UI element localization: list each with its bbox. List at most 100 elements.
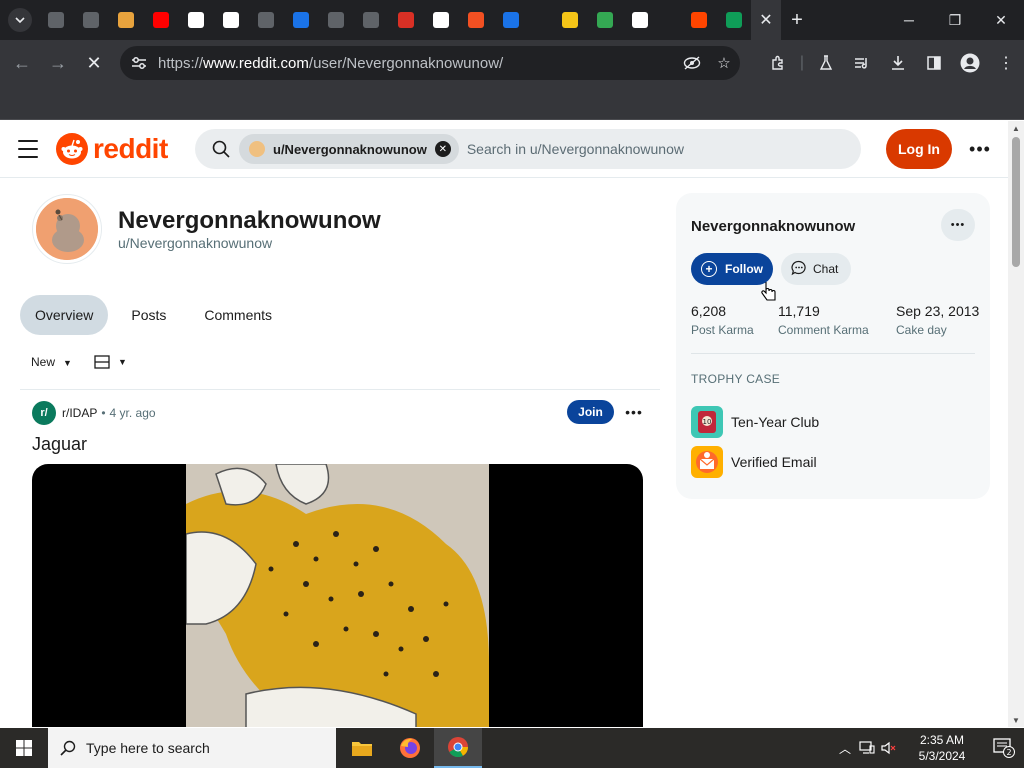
search-scope-chip[interactable]: u/Nevergonnaknowunow ✕ bbox=[239, 134, 459, 164]
tab-favicon-10 bbox=[362, 12, 379, 28]
page-scrollbar[interactable]: ▲ ▼ bbox=[1008, 121, 1024, 727]
firefox-icon[interactable] bbox=[386, 728, 434, 768]
system-clock[interactable]: 2:35 AM 5/3/2024 bbox=[900, 732, 984, 764]
close-window-button[interactable]: ✕ bbox=[978, 0, 1024, 40]
browser-tab[interactable] bbox=[716, 0, 751, 40]
windows-taskbar: Type here to search ︿ 2:35 AM 5/3/2024 2 bbox=[0, 728, 1024, 768]
browser-tab[interactable] bbox=[388, 0, 423, 40]
toolbar-actions: | ⋮ bbox=[760, 40, 1024, 86]
post-title[interactable]: Jaguar bbox=[32, 434, 87, 455]
trophy-label: Ten-Year Club bbox=[731, 414, 820, 430]
post-age: 4 yr. ago bbox=[109, 406, 156, 420]
svg-text:10: 10 bbox=[703, 418, 712, 426]
header-more-icon[interactable]: ••• bbox=[966, 137, 994, 161]
browser-tab[interactable] bbox=[458, 0, 493, 40]
tab-posts[interactable]: Posts bbox=[116, 295, 181, 335]
browser-tab[interactable] bbox=[283, 0, 318, 40]
tab-comments[interactable]: Comments bbox=[189, 295, 287, 335]
ten-year-club-icon: 10 bbox=[691, 406, 723, 438]
chip-avatar bbox=[249, 141, 265, 157]
address-bar[interactable]: https://www.reddit.com/user/Nevergonnakn… bbox=[120, 46, 740, 80]
notification-count: 2 bbox=[1006, 748, 1011, 757]
volume-muted-icon[interactable] bbox=[878, 741, 900, 755]
browser-tab[interactable] bbox=[552, 0, 587, 40]
browser-tab[interactable] bbox=[73, 0, 108, 40]
tab-favicon-2 bbox=[82, 12, 99, 28]
hamburger-menu-icon[interactable] bbox=[18, 140, 38, 158]
chat-button[interactable]: Chat bbox=[781, 253, 851, 285]
labs-flask-icon[interactable] bbox=[808, 40, 844, 86]
browser-tab[interactable] bbox=[423, 0, 458, 40]
browser-tab[interactable] bbox=[213, 0, 248, 40]
network-icon[interactable] bbox=[856, 741, 878, 755]
verified-email-icon bbox=[691, 446, 723, 478]
windows-start-icon[interactable] bbox=[0, 728, 48, 768]
site-info-icon[interactable] bbox=[124, 56, 154, 70]
view-toggle[interactable]: ▼ bbox=[94, 355, 127, 369]
tab-search-button[interactable] bbox=[8, 8, 32, 32]
notification-center-icon[interactable]: 2 bbox=[984, 728, 1024, 768]
browser-tab[interactable] bbox=[587, 0, 622, 40]
subreddit-name[interactable]: r/IDAP bbox=[62, 406, 97, 420]
tab-close-button[interactable]: ✕ bbox=[751, 0, 781, 40]
cake-day-label: Cake day bbox=[896, 323, 947, 337]
reddit-logo[interactable]: reddit bbox=[56, 133, 168, 165]
sort-dropdown[interactable]: New ▼ bbox=[31, 355, 72, 369]
taskbar-search-box[interactable]: Type here to search bbox=[48, 728, 336, 768]
web-page: reddit u/Nevergonnaknowunow ✕ Log In •••… bbox=[0, 121, 1008, 727]
sidebar-profile-name: Nevergonnaknowunow bbox=[691, 218, 856, 235]
stop-loading-button[interactable]: ✕ bbox=[76, 45, 112, 81]
trophy-verified-email[interactable]: Verified Email bbox=[691, 446, 817, 478]
search-input[interactable] bbox=[466, 141, 861, 157]
join-button[interactable]: Join bbox=[567, 400, 614, 424]
tab-favicon-11 bbox=[397, 12, 414, 28]
bookmark-star-icon[interactable]: ☆ bbox=[708, 54, 740, 72]
scroll-up-arrow-icon[interactable]: ▲ bbox=[1008, 121, 1024, 135]
taskbar-search-placeholder: Type here to search bbox=[86, 740, 210, 756]
post-more-icon[interactable]: ••• bbox=[622, 400, 646, 424]
clear-chip-icon[interactable]: ✕ bbox=[434, 141, 451, 157]
browser-tab[interactable] bbox=[681, 0, 716, 40]
eye-off-icon[interactable] bbox=[676, 56, 708, 70]
browser-tab[interactable] bbox=[248, 0, 283, 40]
sidebar-more-icon[interactable]: ••• bbox=[941, 209, 975, 241]
back-button[interactable]: ← bbox=[4, 45, 40, 81]
download-icon[interactable] bbox=[880, 40, 916, 86]
browser-tab[interactable] bbox=[493, 0, 528, 40]
wikipedia-icon bbox=[222, 12, 239, 28]
post-media[interactable] bbox=[32, 464, 643, 727]
scrollbar-thumb[interactable] bbox=[1012, 137, 1020, 267]
new-tab-button[interactable]: + bbox=[781, 0, 813, 40]
search-icon bbox=[60, 740, 76, 756]
file-explorer-icon[interactable] bbox=[338, 728, 386, 768]
browser-tab[interactable] bbox=[353, 0, 388, 40]
tab-overview[interactable]: Overview bbox=[20, 295, 109, 335]
browser-tab[interactable] bbox=[622, 0, 657, 40]
forward-button[interactable]: → bbox=[40, 45, 76, 81]
tab-favicon-17 bbox=[596, 12, 613, 28]
media-control-icon[interactable] bbox=[844, 40, 880, 86]
subreddit-icon[interactable]: r/ bbox=[32, 401, 56, 425]
extensions-icon[interactable] bbox=[760, 40, 796, 86]
browser-tab[interactable] bbox=[657, 0, 681, 40]
show-hidden-icons-chevron-icon[interactable]: ︿ bbox=[834, 740, 856, 757]
profile-avatar-icon[interactable] bbox=[952, 40, 988, 86]
browser-tab[interactable] bbox=[143, 0, 178, 40]
side-panel-icon[interactable] bbox=[916, 40, 952, 86]
restore-button[interactable]: ❐ bbox=[932, 0, 978, 40]
trophy-ten-year-club[interactable]: 10 Ten-Year Club bbox=[691, 406, 819, 438]
minimize-button[interactable]: ─ bbox=[886, 0, 932, 40]
toolbar-separator: | bbox=[799, 54, 805, 71]
browser-tab[interactable] bbox=[108, 0, 143, 40]
profile-avatar bbox=[33, 195, 101, 263]
browser-tab[interactable] bbox=[318, 0, 353, 40]
clock-time: 2:35 AM bbox=[919, 733, 965, 747]
browser-menu-icon[interactable]: ⋮ bbox=[988, 40, 1024, 86]
reddit-search-bar[interactable]: u/Nevergonnaknowunow ✕ bbox=[195, 129, 861, 169]
chrome-icon[interactable] bbox=[434, 728, 482, 768]
browser-tab[interactable] bbox=[178, 0, 213, 40]
log-in-button[interactable]: Log In bbox=[886, 129, 952, 169]
browser-tab[interactable] bbox=[38, 0, 73, 40]
scroll-down-arrow-icon[interactable]: ▼ bbox=[1008, 713, 1024, 727]
browser-tab[interactable] bbox=[528, 0, 552, 40]
